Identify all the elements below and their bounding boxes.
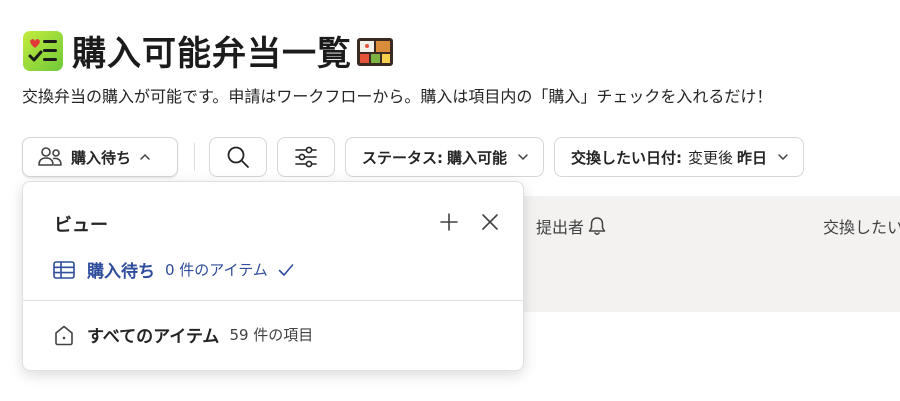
date-filter-value: 昨日 [737, 148, 768, 167]
view-dropdown-panel: ビュー 購入待ち 0 件のアイテム すべてのアイテム 59 件の項目 [22, 181, 524, 371]
view-item-name: 購入待ち [87, 262, 155, 282]
list-body [523, 254, 900, 312]
panel-title: ビュー [54, 215, 108, 236]
plus-icon [440, 213, 458, 231]
column-header-submitter[interactable]: 提出者 [536, 214, 606, 238]
date-filter-prefix: 変更後 [688, 148, 734, 167]
view-item-all-items[interactable]: すべてのアイテム 59 件の項目 [53, 322, 313, 347]
table-grid-icon [53, 260, 75, 279]
search-button[interactable] [209, 137, 267, 177]
status-filter-label: ステータス: [362, 148, 443, 167]
chevron-down-icon [778, 154, 788, 161]
view-item-count: 0 件のアイテム [165, 261, 268, 279]
column-header-exchange-date[interactable]: 交換したい日付 [823, 214, 900, 238]
toolbar: 購入待ち ステータス: 購入可能 交換したい日付: 変更後 昨日 [22, 137, 805, 177]
view-selector-label: 購入待ち [71, 148, 132, 167]
checklist-icon [23, 30, 63, 71]
checkmark-icon [278, 263, 294, 276]
page-description: 交換弁当の購入が可能です。申請はワークフローから。購入は項目内の「購入」チェック… [22, 87, 773, 106]
close-icon [482, 214, 498, 230]
add-view-button[interactable] [437, 210, 461, 234]
page-header: 購入可能弁当一覧 [22, 26, 394, 75]
view-item-name: すべてのアイテム [87, 327, 220, 347]
page-title: 購入可能弁当一覧 [72, 34, 352, 74]
bell-icon [588, 217, 606, 235]
bento-box-icon [357, 37, 393, 66]
toolbar-divider [194, 143, 195, 171]
status-filter-button[interactable]: ステータス: 購入可能 [345, 137, 545, 177]
home-icon [55, 325, 73, 345]
status-filter-value: 購入可能 [447, 148, 508, 167]
date-filter-button[interactable]: 交換したい日付: 変更後 昨日 [554, 137, 805, 177]
chevron-up-icon [140, 153, 150, 160]
view-selector-button[interactable]: 購入待ち [22, 137, 178, 177]
chevron-down-icon [518, 154, 528, 161]
close-panel-button[interactable] [478, 210, 502, 234]
view-item-pending[interactable]: 購入待ち 0 件のアイテム [53, 257, 294, 282]
sliders-icon [295, 146, 317, 168]
panel-divider [23, 300, 523, 301]
date-filter-label: 交換したい日付: [571, 148, 683, 167]
column-header-label: 提出者 [536, 218, 585, 237]
search-icon [227, 146, 249, 168]
view-item-count: 59 件の項目 [229, 326, 314, 344]
filter-settings-button[interactable] [277, 137, 335, 177]
people-group-icon [38, 147, 62, 166]
